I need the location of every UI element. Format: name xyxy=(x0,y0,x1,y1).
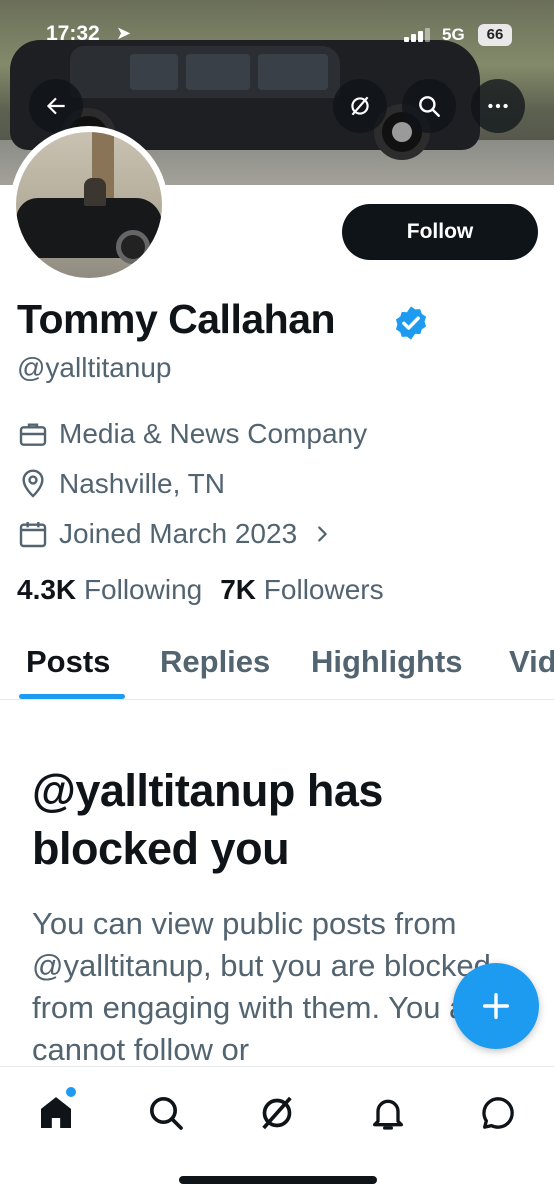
following-label: Following xyxy=(83,574,203,605)
nav-messages[interactable] xyxy=(474,1089,522,1137)
briefcase-icon xyxy=(19,423,47,446)
active-tab-indicator xyxy=(19,694,125,699)
follow-counts: 4.3K Following 7K Followers xyxy=(17,574,384,606)
followers-link[interactable]: 7K Followers xyxy=(220,574,383,606)
messages-icon xyxy=(482,1097,514,1129)
profile-tabs: Posts Replies Highlights Vid xyxy=(0,632,554,700)
tab-posts[interactable]: Posts xyxy=(26,644,110,680)
grok-icon xyxy=(351,96,369,116)
following-link[interactable]: 4.3K Following xyxy=(17,574,202,606)
location-arrow-icon: ➤ xyxy=(116,23,132,43)
profile-category: Media & News Company xyxy=(17,416,367,452)
followers-count: 7K xyxy=(220,574,257,605)
profile-avatar[interactable] xyxy=(10,126,168,284)
search-icon xyxy=(419,96,440,117)
profile-location: Nashville, TN xyxy=(17,466,225,502)
location-text: Nashville, TN xyxy=(59,468,225,499)
status-bar: 17:32 ➤ 5G 66 xyxy=(0,18,554,54)
status-time: 17:32 xyxy=(46,22,100,45)
chevron-right-icon xyxy=(318,526,327,542)
blocked-title: @yalltitanup has blocked you xyxy=(32,765,383,874)
profile-name: Tommy Callahan xyxy=(17,296,336,342)
category-text: Media & News Company xyxy=(59,418,368,449)
compose-post-button[interactable] xyxy=(453,963,539,1049)
joined-text: Joined March 2023 xyxy=(59,518,298,549)
grok-icon xyxy=(262,1096,292,1130)
tab-highlights[interactable]: Highlights xyxy=(311,644,463,680)
follow-button[interactable]: Follow xyxy=(342,204,538,260)
nav-notifications[interactable] xyxy=(364,1089,412,1137)
battery-indicator: 66 xyxy=(478,24,512,46)
back-arrow-icon xyxy=(46,97,65,115)
notification-dot xyxy=(66,1087,76,1097)
home-indicator[interactable] xyxy=(179,1176,377,1184)
search-button[interactable] xyxy=(402,79,456,133)
more-icon xyxy=(488,103,508,109)
nav-search[interactable] xyxy=(142,1089,190,1137)
back-button[interactable] xyxy=(29,79,83,133)
home-icon xyxy=(41,1097,71,1128)
cellular-signal-icon xyxy=(404,28,434,42)
tab-replies[interactable]: Replies xyxy=(160,644,270,680)
profile-handle: @yalltitanup xyxy=(17,352,172,383)
plus-icon xyxy=(482,992,510,1020)
blocked-description: You can view public posts from @yalltita… xyxy=(32,906,506,1063)
nav-home[interactable] xyxy=(32,1087,80,1137)
bell-icon xyxy=(373,1099,403,1130)
calendar-icon xyxy=(19,522,47,548)
search-icon xyxy=(150,1097,183,1130)
tab-videos[interactable]: Vid xyxy=(509,644,554,680)
more-button[interactable] xyxy=(471,79,525,133)
verified-badge-icon[interactable] xyxy=(392,304,430,342)
location-pin-icon xyxy=(22,469,44,498)
grok-button[interactable] xyxy=(333,79,387,133)
followers-label: Followers xyxy=(263,574,384,605)
network-type: 5G xyxy=(442,25,465,44)
profile-page: 17:32 ➤ 5G 66 Follow Tommy Callahan @yal… xyxy=(0,0,554,1200)
profile-joined[interactable]: Joined March 2023 xyxy=(17,516,343,552)
following-count: 4.3K xyxy=(17,574,77,605)
nav-grok[interactable] xyxy=(253,1089,301,1137)
